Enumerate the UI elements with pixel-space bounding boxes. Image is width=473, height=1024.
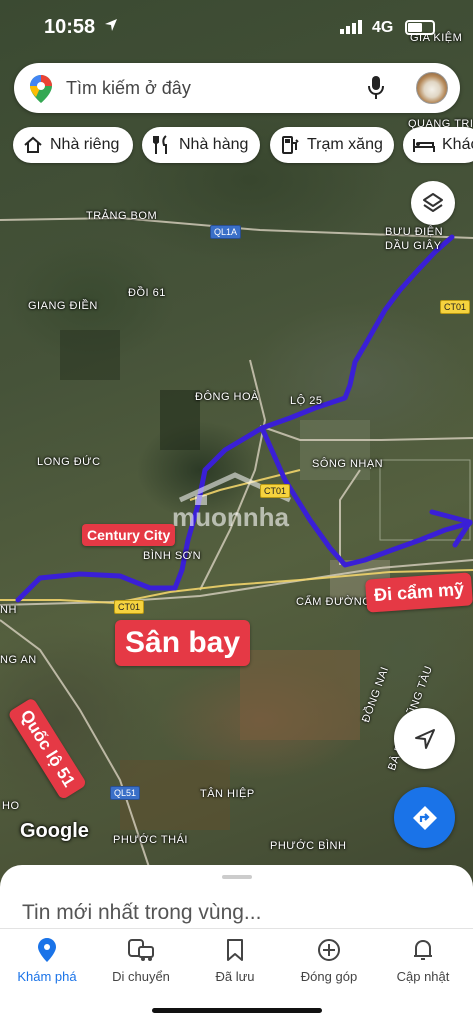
directions-button[interactable]: [394, 787, 455, 848]
hotel-icon: [413, 139, 435, 152]
nav-label: Di chuyển: [112, 969, 170, 984]
nav-updates[interactable]: Cập nhật: [376, 935, 470, 984]
bookmark-icon: [227, 939, 243, 961]
search-bar[interactable]: Tìm kiếm ở đây: [14, 63, 460, 113]
nav-commute[interactable]: Di chuyển: [94, 935, 188, 984]
century-city-label: Century City: [82, 524, 176, 546]
watermark-text: muonnha: [172, 502, 289, 532]
nav-contribute[interactable]: Đóng góp: [282, 935, 376, 984]
battery-icon: [405, 20, 435, 35]
status-time: 10:58: [44, 16, 96, 38]
chip-restaurant[interactable]: Nhà hàng: [142, 127, 260, 163]
location-arrow-icon: [104, 18, 118, 37]
place-label: BÌNH SƠN: [143, 550, 202, 562]
airport-label: Sân bay: [115, 620, 251, 666]
chip-label: Trạm xăng: [307, 136, 383, 153]
home-icon: [24, 136, 42, 153]
place-label: PHƯỚC THÁI: [113, 834, 188, 846]
place-label: ĐÔNG HOÀ: [195, 391, 259, 403]
place-label: BƯU ĐIỆN: [385, 226, 444, 238]
place-label: HO: [2, 800, 20, 812]
chip-label: Nhà hàng: [179, 136, 249, 153]
explore-pin-icon: [38, 938, 56, 962]
nav-label: Khám phá: [17, 969, 77, 984]
road-shield: CT01: [260, 484, 291, 498]
layers-icon: [423, 193, 443, 212]
place-label: LONG ĐỨC: [37, 456, 101, 468]
road-shield: CT01: [114, 600, 145, 614]
gas-station-icon: [282, 136, 299, 154]
navigation-arrow-icon: [414, 728, 435, 749]
google-maps-pin-icon: [30, 75, 52, 108]
chip-gas-station[interactable]: Trạm xăng: [270, 127, 394, 163]
nav-saved[interactable]: Đã lưu: [188, 935, 282, 984]
home-indicator: [152, 1008, 322, 1013]
place-label: GIANG ĐIỀN: [28, 300, 98, 312]
sheet-drag-handle[interactable]: [222, 875, 252, 879]
chip-more[interactable]: Khác: [403, 127, 473, 163]
road-shield: QL51: [110, 786, 141, 800]
commute-icon: [128, 939, 154, 961]
nav-label: Cập nhật: [396, 969, 450, 984]
contribute-plus-icon: [318, 939, 340, 961]
place-label: TRẢNG BOM: [86, 210, 158, 222]
chip-label: Nhà riêng: [50, 136, 120, 153]
nav-explore[interactable]: Khám phá: [0, 935, 94, 984]
place-label: TÂN HIỆP: [200, 788, 255, 800]
status-bar: 10:58 4G: [0, 0, 473, 56]
chip-label: Khác: [442, 136, 473, 153]
place-label: LỘ 25: [290, 395, 323, 407]
road-shield: QL1A: [210, 225, 242, 239]
restaurant-icon: [153, 135, 167, 154]
bell-icon: [414, 940, 432, 960]
place-label: NG AN: [0, 654, 37, 666]
avatar[interactable]: [416, 72, 448, 104]
place-label: ĐỒI 61: [128, 287, 166, 299]
network-type: 4G: [372, 19, 394, 36]
sheet-title: Tin mới nhất trong vùng...: [22, 901, 262, 924]
my-location-button[interactable]: [394, 708, 455, 769]
place-label: NH: [0, 604, 17, 616]
microphone-icon[interactable]: [368, 76, 384, 105]
chip-home[interactable]: Nhà riêng: [13, 127, 133, 163]
place-label: PHƯỚC BÌNH: [270, 840, 347, 852]
search-input[interactable]: Tìm kiếm ở đây: [66, 78, 191, 99]
layers-button[interactable]: [411, 181, 455, 225]
road-shield: CT01: [440, 300, 471, 314]
google-logo: Google: [20, 820, 89, 842]
place-label: SÔNG NHẠN: [312, 458, 384, 470]
place-label: CẨM ĐƯỜNG: [296, 596, 372, 608]
nav-label: Đóng góp: [300, 969, 358, 984]
nav-label: Đã lưu: [215, 969, 255, 984]
signal-bars-icon: [340, 20, 366, 39]
place-label: DẦU GIÂY: [385, 240, 442, 252]
directions-icon: [412, 805, 437, 830]
